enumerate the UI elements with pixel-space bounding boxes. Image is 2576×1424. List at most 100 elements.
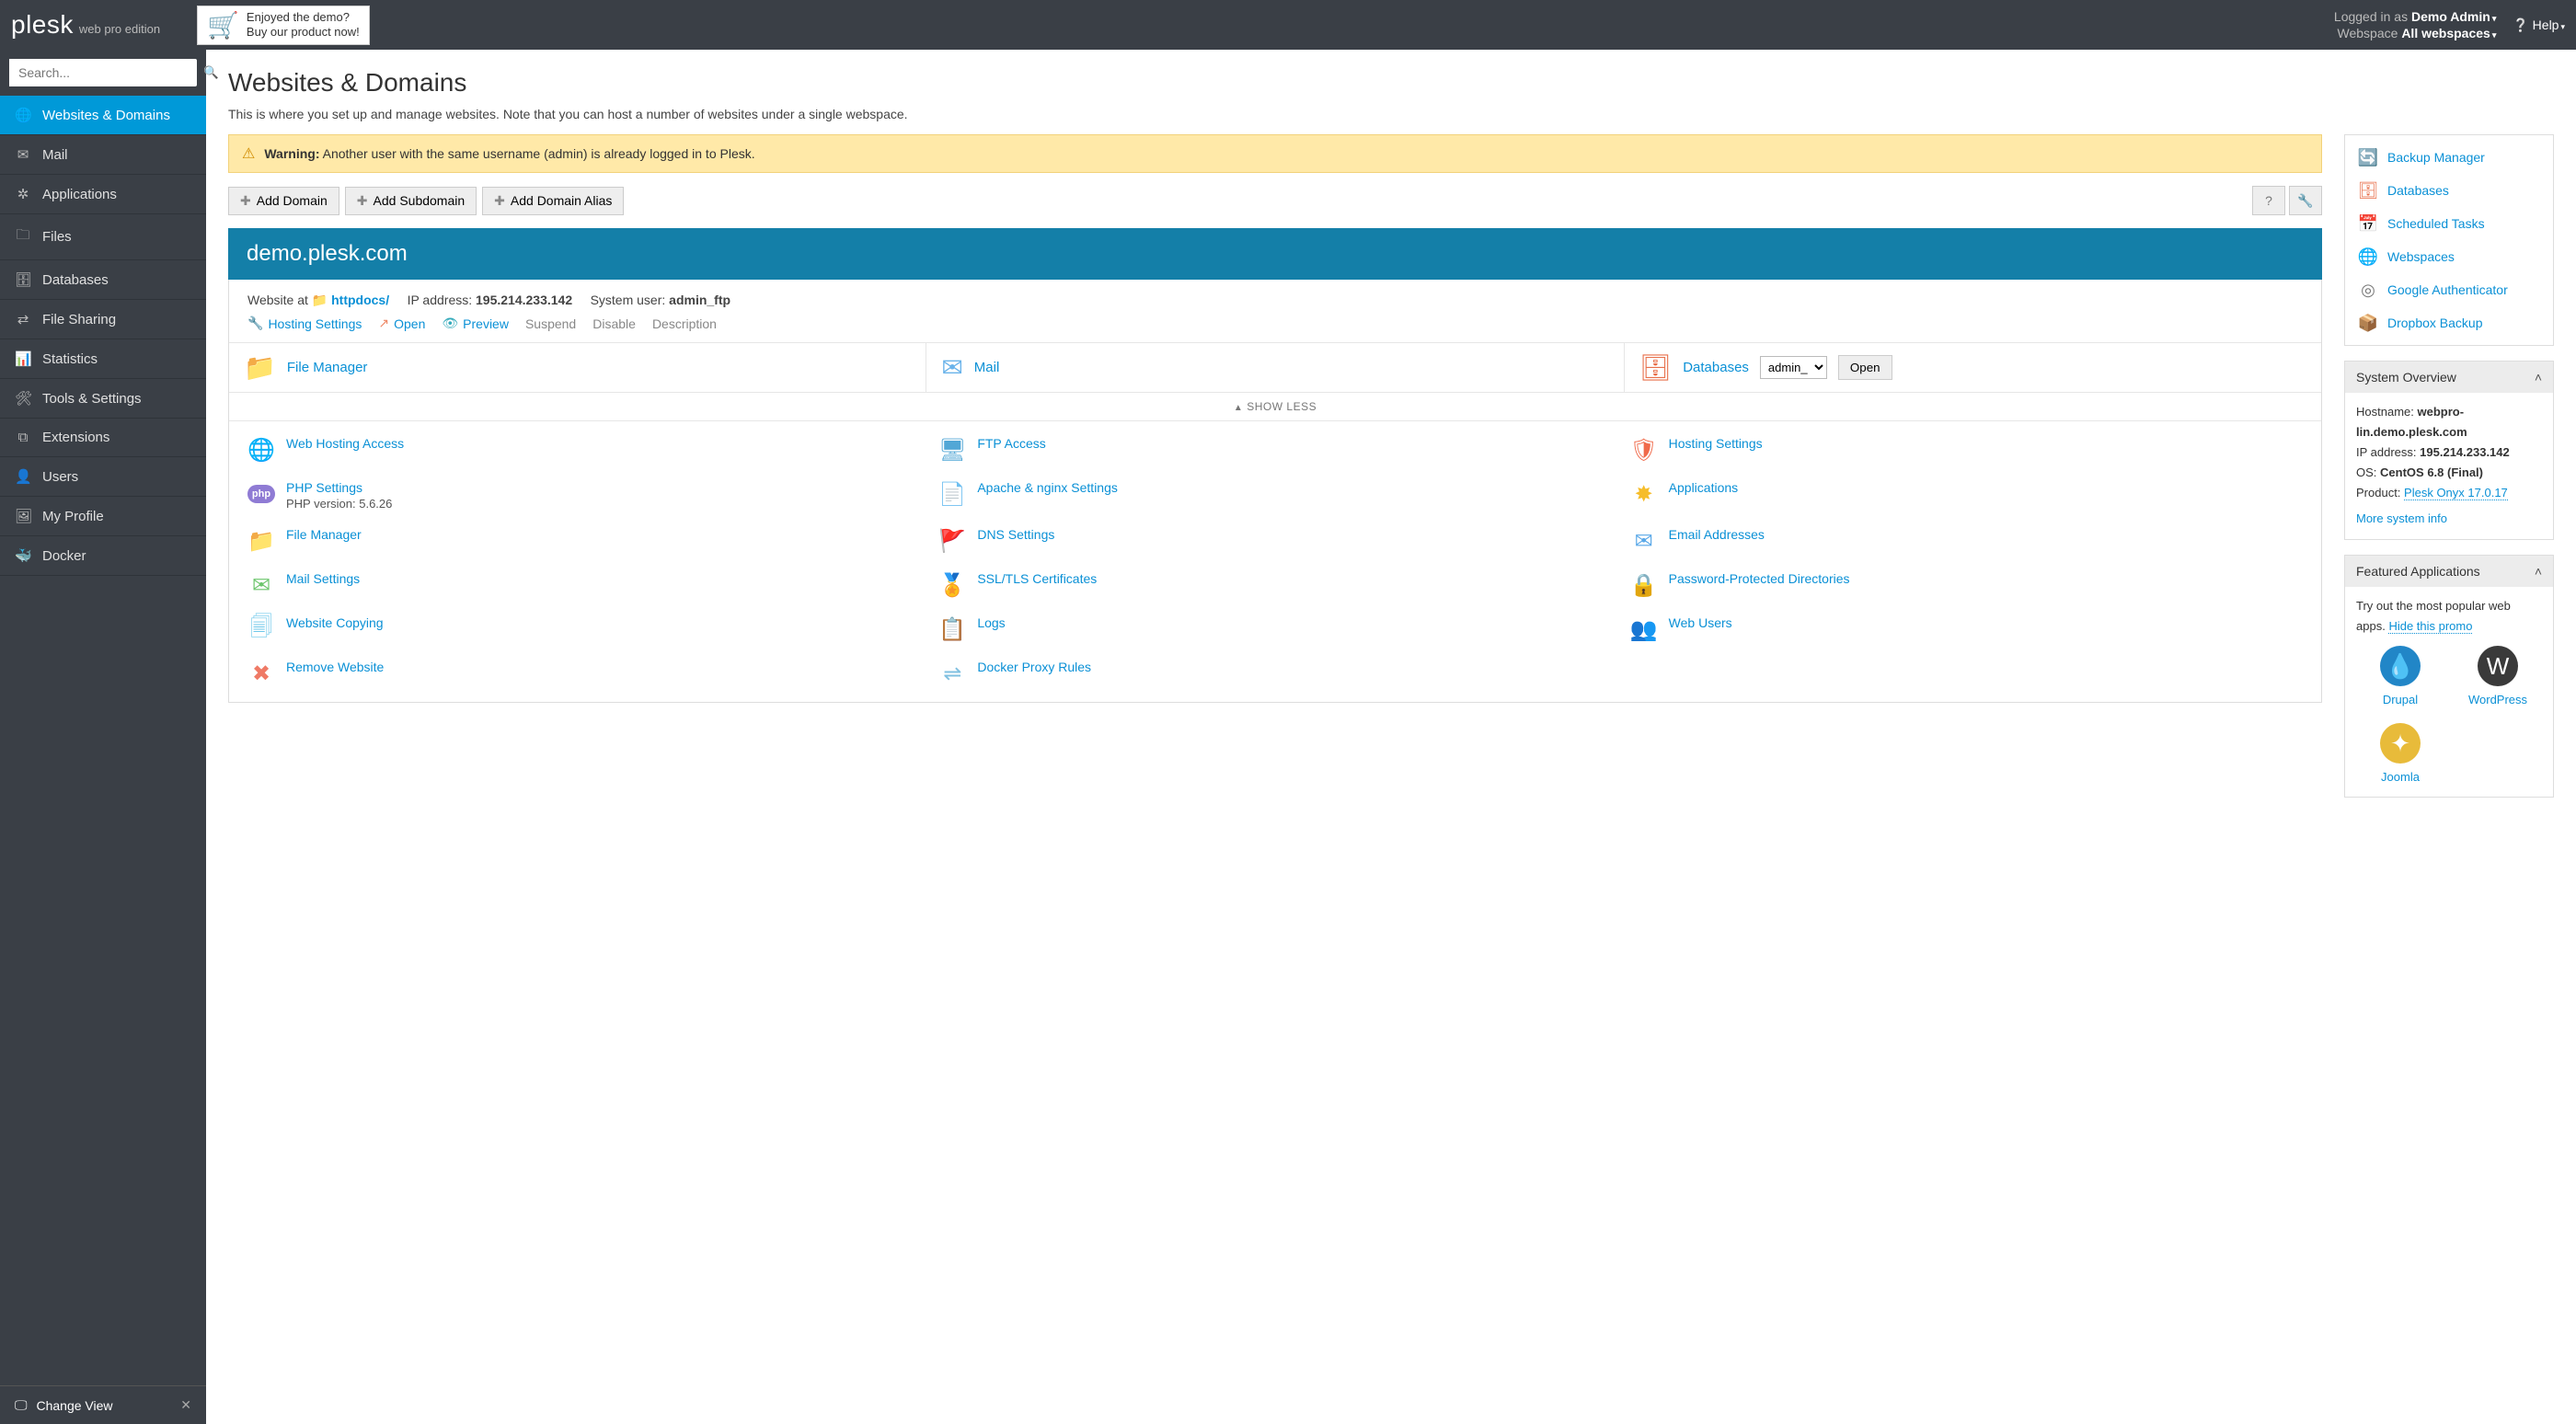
tile[interactable]: ✖ Remove Website [247, 660, 920, 687]
promo-banner[interactable]: 🛒 Enjoyed the demo? Buy our product now! [197, 6, 370, 45]
tile-icon: 🛡 [1630, 436, 1658, 464]
tools-icon-button[interactable]: 🔧 [2289, 186, 2322, 215]
nav-extensions[interactable]: ⧉Extensions [0, 419, 206, 457]
nav-mail[interactable]: ✉Mail [0, 135, 206, 175]
databases-link[interactable]: Databases [1683, 360, 1749, 375]
tile[interactable]: 📄 Apache & nginx Settings [938, 480, 1611, 511]
tile[interactable]: 🔒 Password-Protected Directories [1630, 571, 2303, 599]
app-icon: ✦ [2380, 723, 2421, 764]
tile-icon: 🌐 [247, 436, 275, 464]
profile-icon: 🖼 [15, 508, 31, 524]
nav-list: 🌐Websites & Domains ✉Mail ✲Applications … [0, 96, 206, 1385]
search-icon: 🔍 [203, 65, 219, 79]
nav-my-profile[interactable]: 🖼My Profile [0, 497, 206, 536]
tile[interactable]: ✉ Email Addresses [1630, 527, 2303, 555]
featured-app[interactable]: WWordPress [2454, 646, 2542, 710]
httpdocs-link[interactable]: httpdocs/ [331, 293, 389, 307]
tile[interactable]: 🌐 Web Hosting Access [247, 436, 920, 464]
nav-statistics[interactable]: 📊Statistics [0, 339, 206, 379]
warning-icon: ⚠ [242, 144, 255, 163]
nav-tools-settings[interactable]: 🛠Tools & Settings [0, 379, 206, 419]
files-icon: 🗀 [15, 225, 31, 248]
tile[interactable]: 📋 Logs [938, 615, 1611, 643]
tile[interactable]: 🗐 Website Copying [247, 615, 920, 643]
logo[interactable]: plesk web pro edition [11, 10, 160, 40]
tile[interactable]: 🚩 DNS Settings [938, 527, 1611, 555]
side-link[interactable]: 🔄Backup Manager [2345, 141, 2553, 174]
change-view-button[interactable]: 🖵 Change View ✕ [0, 1385, 206, 1424]
nav-applications[interactable]: ✲Applications [0, 175, 206, 214]
db-icon: 🗄 [1639, 352, 1673, 383]
system-overview-toggle[interactable]: System Overview˄ [2345, 362, 2553, 393]
webspace-menu[interactable]: All webspaces▾ [2401, 26, 2496, 40]
tile[interactable]: ✸ Applications [1630, 480, 2303, 511]
open-link[interactable]: ↗Open [378, 316, 425, 331]
side-link[interactable]: 📅Scheduled Tasks [2345, 207, 2553, 240]
open-icon: ↗ [378, 316, 389, 331]
edition-text: web pro edition [79, 22, 160, 36]
help-icon-button[interactable]: ? [2252, 186, 2285, 215]
side-link[interactable]: 📦Dropbox Backup [2345, 306, 2553, 339]
add-subdomain-button[interactable]: ✚Add Subdomain [345, 187, 477, 215]
search-button[interactable]: 🔍 [194, 59, 228, 86]
featured-app[interactable]: ✦Joomla [2356, 723, 2444, 787]
tile[interactable]: 👥 Web Users [1630, 615, 2303, 643]
product-link[interactable]: Plesk Onyx 17.0.17 [2404, 486, 2508, 500]
tile[interactable]: 🏅 SSL/TLS Certificates [938, 571, 1611, 599]
help-button[interactable]: ❔ Help▾ [2513, 17, 2565, 33]
tile[interactable]: 📁 File Manager [247, 527, 920, 555]
tile-link: FTP Access [977, 436, 1045, 451]
nav-docker[interactable]: 🐳Docker [0, 536, 206, 576]
chevron-up-icon: ˄ [2535, 370, 2542, 385]
mail-icon: ✉ [941, 352, 962, 383]
nav-databases[interactable]: 🗄Databases [0, 260, 206, 300]
db-select[interactable]: admin_ [1760, 356, 1827, 379]
warning-banner: ⚠ Warning: Another user with the same us… [228, 134, 2322, 173]
more-system-info-link[interactable]: More system info [2356, 509, 2447, 529]
featured-apps-toggle[interactable]: Featured Applications˄ [2345, 556, 2553, 587]
hosting-settings-link[interactable]: 🔧Hosting Settings [247, 316, 362, 331]
tile[interactable]: ✉ Mail Settings [247, 571, 920, 599]
mail-icon: ✉ [15, 146, 31, 163]
page-title: Websites & Domains [228, 68, 2554, 98]
tools-icon: 🛠 [15, 390, 31, 407]
databases-cell: 🗄 Databases admin_ Open [1625, 343, 2321, 392]
tile[interactable]: 🖥 FTP Access [938, 436, 1611, 464]
hide-promo-link[interactable]: Hide this promo [2388, 619, 2472, 634]
tile-icon: 👥 [1630, 615, 1658, 643]
side-link-icon: 🌐 [2358, 247, 2378, 267]
featured-app[interactable]: 💧Drupal [2356, 646, 2444, 710]
page-description: This is where you set up and manage webs… [228, 107, 2554, 121]
side-link[interactable]: 🗄Databases [2345, 174, 2553, 207]
tile-link: Logs [977, 615, 1005, 630]
tile-icon: 🖥 [938, 436, 966, 464]
tile-link: Web Users [1669, 615, 1732, 630]
nav-users[interactable]: 👤Users [0, 457, 206, 497]
disable-link[interactable]: Disable [592, 316, 636, 331]
domain-name[interactable]: demo.plesk.com [228, 228, 2322, 280]
add-domain-button[interactable]: ✚Add Domain [228, 187, 339, 215]
side-link[interactable]: ◎Google Authenticator [2345, 273, 2553, 306]
tile-link: DNS Settings [977, 527, 1054, 542]
suspend-link[interactable]: Suspend [525, 316, 576, 331]
plus-icon: ✚ [494, 193, 505, 209]
preview-link[interactable]: 👁Preview [442, 316, 509, 331]
tile[interactable]: 🛡 Hosting Settings [1630, 436, 2303, 464]
file-manager-cell[interactable]: 📁 File Manager [229, 343, 926, 392]
close-icon[interactable]: ✕ [180, 1397, 191, 1413]
nav-file-sharing[interactable]: ⇄File Sharing [0, 300, 206, 339]
tile-link: Website Copying [286, 615, 384, 630]
nav-files[interactable]: 🗀Files [0, 214, 206, 260]
user-menu[interactable]: Demo Admin▾ [2411, 9, 2496, 24]
mail-cell[interactable]: ✉ Mail [926, 343, 1624, 392]
show-less-toggle[interactable]: ▲SHOW LESS [229, 393, 2321, 421]
side-link[interactable]: 🌐Webspaces [2345, 240, 2553, 273]
search-input[interactable] [9, 59, 194, 86]
nav-websites-domains[interactable]: 🌐Websites & Domains [0, 96, 206, 135]
open-db-button[interactable]: Open [1838, 355, 1892, 380]
description-link[interactable]: Description [652, 316, 717, 331]
folder-icon: 📁 [312, 293, 328, 307]
tile[interactable]: ⇌ Docker Proxy Rules [938, 660, 1611, 687]
tile[interactable]: php PHP SettingsPHP version: 5.6.26 [247, 480, 920, 511]
add-alias-button[interactable]: ✚Add Domain Alias [482, 187, 624, 215]
